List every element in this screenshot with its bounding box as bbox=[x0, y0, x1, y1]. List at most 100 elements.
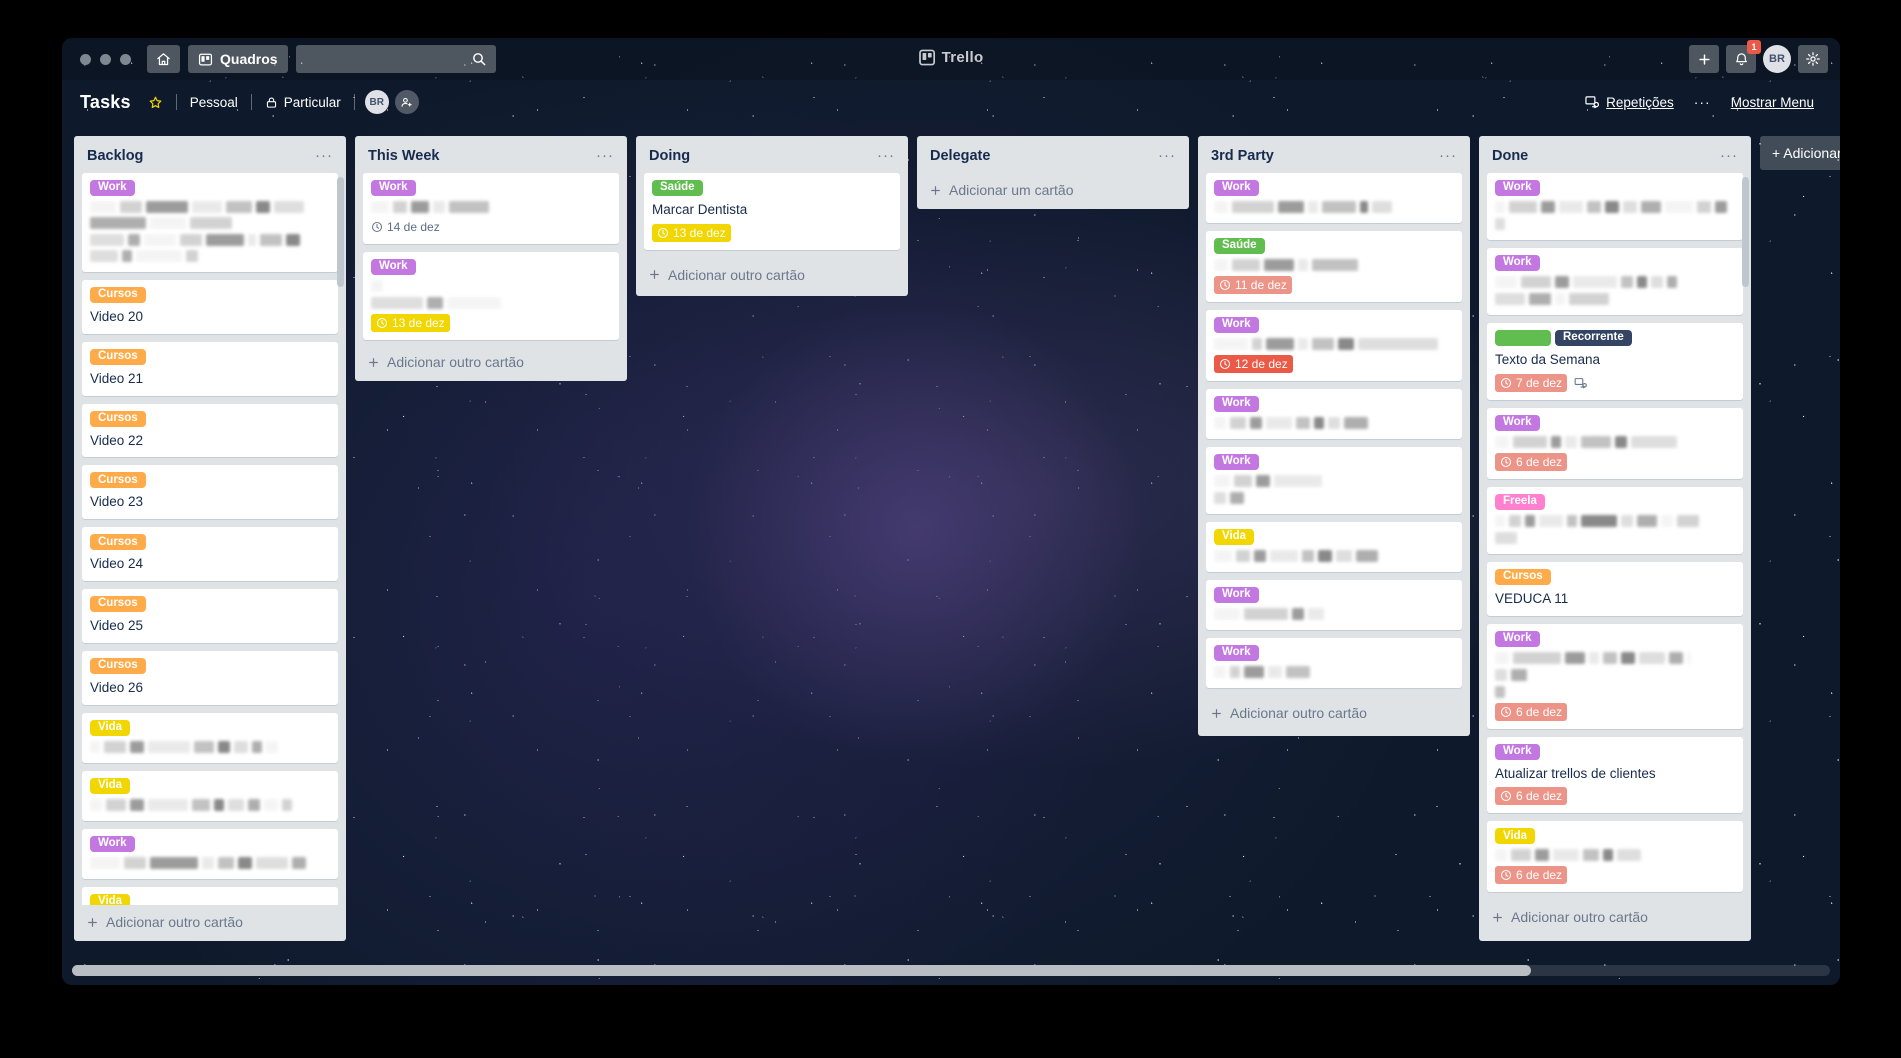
card[interactable]: Cursos Video 23 bbox=[82, 465, 338, 520]
card-label[interactable]: Work bbox=[1214, 587, 1259, 603]
list-title[interactable]: Backlog bbox=[87, 148, 312, 164]
board-horizontal-scrollbar[interactable] bbox=[72, 965, 1830, 976]
boards-button[interactable]: Quadros bbox=[188, 45, 288, 73]
avatar[interactable]: BR bbox=[1763, 45, 1791, 73]
card-label[interactable]: Work bbox=[1214, 396, 1259, 412]
card-container[interactable]: Work Saúde 11 de dez Work 12 de dez Work W… bbox=[1198, 173, 1470, 696]
card-label[interactable]: Work bbox=[1495, 630, 1540, 647]
butler-button[interactable]: Repetições bbox=[1576, 90, 1682, 115]
list-menu-button[interactable]: ··· bbox=[874, 147, 898, 164]
due-date-badge[interactable]: 6 de dez bbox=[1495, 866, 1568, 885]
list-title[interactable]: 3rd Party bbox=[1211, 148, 1436, 164]
card-label[interactable]: Vida bbox=[1214, 529, 1255, 545]
list-title[interactable]: Delegate bbox=[930, 148, 1155, 164]
card-label[interactable]: Work bbox=[1214, 317, 1259, 333]
visibility-button[interactable]: Particular bbox=[256, 90, 350, 115]
card-container[interactable]: Work Cursos Video 20 Cursos Video 21 Cursos Vi… bbox=[74, 173, 346, 905]
card[interactable]: Work bbox=[1206, 389, 1462, 439]
card-label[interactable]: Work bbox=[90, 835, 135, 852]
add-member-button[interactable] bbox=[394, 90, 419, 114]
board-canvas[interactable]: Backlog ··· Work Cursos Video 20 Cursos Video … bbox=[62, 124, 1840, 985]
list-menu-button[interactable]: ··· bbox=[1717, 147, 1741, 164]
card-label[interactable]: Freela bbox=[1495, 493, 1545, 510]
card[interactable]: Work 6 de dez bbox=[1487, 407, 1743, 479]
card-label[interactable]: Vida bbox=[90, 719, 131, 736]
due-date-badge[interactable]: 14 de dez bbox=[371, 218, 445, 236]
add-card-button[interactable]: Adicionar outro cartão bbox=[355, 345, 627, 381]
card-label[interactable]: Work bbox=[90, 180, 135, 196]
board-more-button[interactable]: ··· bbox=[1686, 90, 1719, 114]
card-label[interactable]: Vida bbox=[1495, 828, 1536, 845]
card-label[interactable]: Work bbox=[1495, 743, 1540, 760]
card-label[interactable]: Cursos bbox=[90, 348, 146, 365]
card[interactable]: Saúde 11 de dez bbox=[1206, 231, 1462, 302]
card-label[interactable]: Recorrente bbox=[1555, 330, 1632, 346]
card[interactable]: Work bbox=[1206, 173, 1462, 223]
card-label[interactable]: Work bbox=[1495, 255, 1540, 271]
due-date-badge[interactable]: 12 de dez bbox=[1214, 355, 1293, 373]
card-label[interactable]: Saúde bbox=[1214, 238, 1265, 254]
card[interactable]: Work bbox=[1206, 638, 1462, 688]
card[interactable]: Work 12 de dez bbox=[1206, 310, 1462, 381]
card[interactable]: Vida 22 de dez bbox=[82, 886, 338, 905]
due-date-badge[interactable]: 7 de dez bbox=[1495, 373, 1568, 392]
card[interactable]: Work bbox=[1487, 173, 1743, 240]
card[interactable]: Vida bbox=[82, 770, 338, 821]
trello-logo[interactable]: Trello bbox=[919, 49, 984, 66]
add-card-button[interactable]: Adicionar outro cartão bbox=[1198, 696, 1470, 732]
minimize-window-button[interactable] bbox=[100, 53, 111, 65]
workspace-button[interactable]: Pessoal bbox=[181, 90, 247, 115]
list-menu-button[interactable]: ··· bbox=[1436, 147, 1460, 164]
card-label[interactable]: Vida bbox=[90, 777, 131, 794]
card-label[interactable]: Cursos bbox=[90, 287, 146, 303]
card[interactable]: Cursos Video 24 bbox=[82, 527, 338, 582]
card-label[interactable]: Cursos bbox=[90, 472, 146, 489]
card[interactable]: Saúde Marcar Dentista 13 de dez bbox=[644, 173, 900, 250]
card[interactable]: Cursos Video 20 bbox=[82, 280, 338, 334]
card-container[interactable]: Work Work Recorrente Texto da Semana 7 de d… bbox=[1479, 173, 1751, 900]
card[interactable]: Work 13 de dez bbox=[363, 252, 619, 340]
card[interactable]: Freela bbox=[1487, 486, 1743, 554]
scrollbar-thumb[interactable] bbox=[72, 965, 1532, 976]
card-label[interactable]: Cursos bbox=[1495, 568, 1551, 585]
settings-button[interactable] bbox=[1798, 45, 1828, 73]
list-menu-button[interactable]: ··· bbox=[312, 147, 336, 164]
due-date-badge[interactable]: 11 de dez bbox=[1214, 276, 1292, 294]
due-date-badge[interactable]: 13 de dez bbox=[371, 314, 450, 332]
card-label[interactable]: Cursos bbox=[90, 534, 146, 551]
card-label[interactable]: Work bbox=[371, 259, 416, 275]
add-button[interactable] bbox=[1689, 45, 1719, 73]
show-menu-button[interactable]: Mostrar Menu bbox=[1723, 90, 1822, 115]
page-title[interactable]: Tasks bbox=[80, 92, 131, 113]
add-card-button[interactable]: Adicionar outro cartão bbox=[636, 258, 908, 294]
list-title[interactable]: This Week bbox=[368, 148, 593, 164]
due-date-badge[interactable]: 6 de dez bbox=[1495, 702, 1568, 721]
card-label[interactable]: Work bbox=[371, 180, 416, 196]
home-button[interactable] bbox=[147, 45, 180, 73]
maximize-window-button[interactable] bbox=[120, 53, 131, 65]
add-card-button[interactable]: Adicionar outro cartão bbox=[74, 905, 346, 941]
list-menu-button[interactable]: ··· bbox=[593, 147, 617, 164]
card[interactable]: Vida bbox=[82, 712, 338, 763]
card[interactable]: Work bbox=[82, 173, 338, 272]
card[interactable]: Work bbox=[1206, 580, 1462, 630]
card[interactable]: Recorrente Texto da Semana 7 de dez bbox=[1487, 323, 1743, 400]
card-label[interactable]: Work bbox=[1214, 454, 1259, 470]
card-label[interactable]: Work bbox=[1214, 180, 1259, 196]
search-input[interactable] bbox=[295, 45, 496, 73]
list-title[interactable]: Doing bbox=[649, 148, 874, 164]
due-date-badge[interactable]: 13 de dez bbox=[652, 223, 731, 242]
add-list-button[interactable]: + Adicionar o bbox=[1760, 136, 1840, 170]
card[interactable]: Cursos Video 22 bbox=[82, 403, 338, 458]
star-board-button[interactable] bbox=[139, 90, 172, 115]
board-member-avatar[interactable]: BR bbox=[364, 90, 389, 114]
card-label[interactable]: Cursos bbox=[90, 410, 146, 427]
add-card-button[interactable]: Adicionar um cartão bbox=[917, 173, 1189, 209]
card[interactable]: Work bbox=[1487, 248, 1743, 315]
card-label[interactable]: Work bbox=[1495, 414, 1540, 431]
card[interactable]: Work bbox=[82, 828, 338, 879]
card-label[interactable]: Cursos bbox=[90, 657, 146, 674]
card[interactable]: Vida 6 de dez bbox=[1487, 821, 1743, 893]
card-label[interactable]: Cursos bbox=[90, 596, 146, 613]
card-label[interactable]: Work bbox=[1214, 645, 1259, 661]
